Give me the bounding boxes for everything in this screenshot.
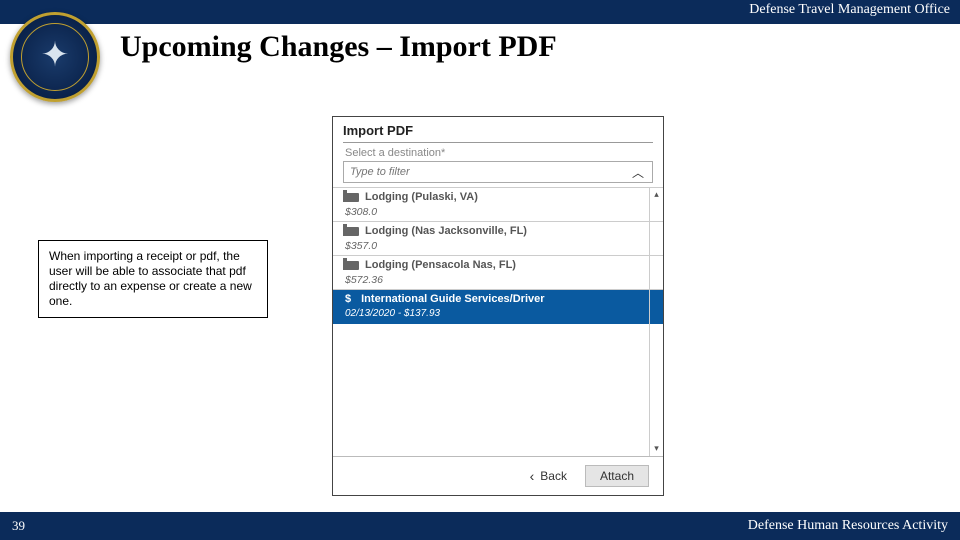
import-pdf-panel: Import PDF Select a destination* ︿ Lodgi… bbox=[332, 116, 664, 496]
item-subtext: 02/13/2020 - $137.93 bbox=[345, 308, 651, 319]
slide-title: Upcoming Changes – Import PDF bbox=[120, 30, 557, 64]
bed-icon bbox=[345, 227, 359, 236]
item-title: Lodging (Pulaski, VA) bbox=[365, 191, 478, 203]
destination-list: Lodging (Pulaski, VA) $308.0 Lodging (Na… bbox=[333, 187, 663, 456]
attach-button[interactable]: Attach bbox=[585, 465, 649, 487]
bottom-bar: 39 Defense Human Resources Activity bbox=[0, 512, 960, 540]
panel-actions: ‹ Back Attach bbox=[333, 456, 663, 495]
dod-seal-icon: ✦ bbox=[10, 12, 100, 102]
chevron-left-icon: ‹ bbox=[530, 468, 535, 484]
scroll-up-icon[interactable]: ▴ bbox=[654, 187, 659, 202]
page-number: 39 bbox=[12, 518, 25, 534]
footer-org: Defense Human Resources Activity bbox=[748, 518, 948, 534]
list-item-selected[interactable]: $ International Guide Services/Driver 02/… bbox=[333, 289, 663, 324]
back-label: Back bbox=[540, 469, 567, 483]
filter-row: ︿ bbox=[343, 161, 653, 183]
item-price: $572.36 bbox=[345, 274, 651, 286]
bed-icon bbox=[345, 261, 359, 270]
callout-box: When importing a receipt or pdf, the use… bbox=[38, 240, 268, 318]
item-title: Lodging (Nas Jacksonville, FL) bbox=[365, 225, 527, 237]
item-price: $357.0 bbox=[345, 240, 651, 252]
item-title: International Guide Services/Driver bbox=[361, 293, 544, 305]
item-title: Lodging (Pensacola Nas, FL) bbox=[365, 259, 516, 271]
chevron-up-icon[interactable]: ︿ bbox=[624, 164, 652, 181]
scroll-down-icon[interactable]: ▾ bbox=[654, 441, 659, 456]
divider bbox=[343, 142, 653, 143]
list-item[interactable]: Lodging (Pensacola Nas, FL) $572.36 bbox=[333, 255, 663, 289]
list-item[interactable]: Lodging (Pulaski, VA) $308.0 bbox=[333, 187, 663, 221]
back-button[interactable]: ‹ Back bbox=[530, 468, 567, 484]
bed-icon bbox=[345, 193, 359, 202]
top-bar: Defense Travel Management Office bbox=[0, 0, 960, 24]
destination-label: Select a destination* bbox=[333, 145, 663, 159]
eagle-icon: ✦ bbox=[41, 35, 70, 75]
list-item[interactable]: Lodging (Nas Jacksonville, FL) $357.0 bbox=[333, 221, 663, 255]
scrollbar[interactable]: ▴ ▾ bbox=[649, 187, 663, 456]
filter-input[interactable] bbox=[344, 166, 624, 178]
header-org: Defense Travel Management Office bbox=[749, 2, 950, 18]
item-price: $308.0 bbox=[345, 206, 651, 218]
dollar-icon: $ bbox=[345, 293, 351, 305]
panel-heading: Import PDF bbox=[333, 117, 663, 142]
